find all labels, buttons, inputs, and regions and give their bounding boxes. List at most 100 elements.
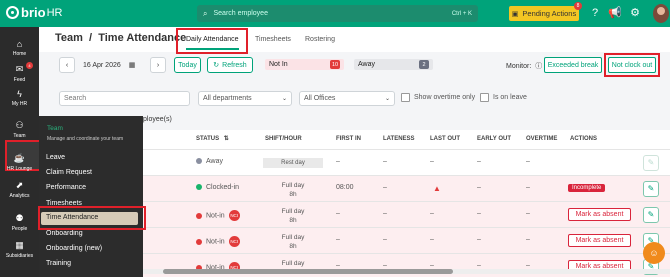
status-text: Clocked-in <box>206 184 240 191</box>
menu-item-leave[interactable]: Leave <box>46 154 65 161</box>
lateness-cell: – <box>383 210 387 217</box>
col-early-out: EARLY OUT <box>477 136 512 142</box>
overtime-cell: – <box>526 184 530 191</box>
incomplete-badge: Incomplete <box>568 184 606 192</box>
table-row[interactable]: Clocked-in Full day 8h 08:00 – ▲ – – Inco… <box>143 175 670 201</box>
edit-button[interactable]: ✎ <box>643 181 659 197</box>
lateness-cell: – <box>383 158 387 165</box>
megaphone-icon[interactable]: 📢 <box>608 6 622 20</box>
nav-team[interactable]: ⚇ Team <box>0 120 39 139</box>
employee-search[interactable]: ⌕ Search employee Ctrl + K <box>197 5 478 22</box>
prev-date-button[interactable]: ‹ <box>59 57 75 73</box>
search-shortcut: Ctrl + K <box>451 10 472 17</box>
shift-type: Full day <box>281 182 305 189</box>
shift-hours: 8h <box>289 191 297 198</box>
last-out-cell: – <box>430 262 434 269</box>
mark-absent-button[interactable]: Mark as absent <box>568 208 631 221</box>
nav-analytics[interactable]: ⬈ Analytics <box>0 180 39 199</box>
today-button[interactable]: Today <box>174 57 201 73</box>
col-overtime: OVERTIME <box>526 136 558 142</box>
help-icon[interactable]: ? <box>588 6 602 20</box>
pending-count-badge: 8 <box>574 2 582 10</box>
info-icon[interactable]: ⓘ <box>535 63 542 70</box>
gear-icon[interactable]: ⚙ <box>628 6 642 20</box>
team-icon: ⚇ <box>15 120 24 130</box>
menu-item-onboarding[interactable]: Onboarding <box>46 230 83 237</box>
not-in-label: Not In <box>269 61 288 68</box>
lateness-cell: – <box>383 184 387 191</box>
col-status[interactable]: STATUS ⇅ <box>196 130 229 149</box>
pending-icon: ▣ <box>511 10 519 18</box>
exceeded-break-button[interactable]: Exceeded break <box>544 57 602 73</box>
on-leave-checkbox[interactable]: Is on leave <box>480 93 527 102</box>
last-out-cell: – <box>430 236 434 243</box>
departments-select[interactable]: All departments ⌄ <box>198 91 292 106</box>
pending-actions-button[interactable]: ▣ Pending Actions 8 <box>509 2 582 21</box>
not-clock-out-button[interactable]: Not clock out <box>608 57 656 73</box>
shift-cell: Full day 8h <box>263 181 323 199</box>
nav-feed[interactable]: ✉ 4 Feed <box>0 62 39 83</box>
breadcrumb-team[interactable]: Team <box>55 32 83 44</box>
overtime-only-label: Show overtime only <box>414 94 476 101</box>
table-row[interactable]: Not-inNCI Full day 8h – – – – – Mark as a… <box>143 201 670 227</box>
status-cell: Not-in NCI <box>196 236 240 247</box>
first-in-cell: – <box>336 236 340 243</box>
shift-type: Full day <box>281 260 305 267</box>
early-out-cell: – <box>477 184 481 191</box>
nav-subsidiaries[interactable]: ▦ Subsidiaries <box>0 240 39 259</box>
nav-home[interactable]: ⌂ Home <box>0 39 39 57</box>
support-chat-button[interactable]: ☺ <box>643 242 665 264</box>
chevron-down-icon: ⌄ <box>384 96 390 102</box>
col-last-out: LAST OUT <box>430 136 460 142</box>
tab-timesheets[interactable]: Timesheets <box>255 36 291 43</box>
tab-daily-attendance[interactable]: Daily Attendance <box>186 36 239 50</box>
not-in-filter[interactable]: Not In 10 <box>265 59 344 70</box>
scrollbar-thumb[interactable] <box>163 269 453 274</box>
col-status-label: STATUS <box>196 136 220 142</box>
next-date-button[interactable]: › <box>150 57 166 73</box>
edit-button[interactable]: ✎ <box>643 207 659 223</box>
shift-cell: Full day 8h <box>263 233 323 251</box>
nav-team-label: Team <box>13 133 26 139</box>
status-dot <box>196 184 202 191</box>
user-avatar[interactable] <box>653 4 669 23</box>
logo-mark-icon <box>6 6 19 19</box>
my-hr-icon: ϟ <box>17 89 22 99</box>
table-row[interactable]: Away Rest day – – – – – ✎ <box>143 149 670 175</box>
offices-select[interactable]: All Offices ⌄ <box>299 91 395 106</box>
flyout-subtitle: Manage and coordinate your team <box>47 136 124 142</box>
home-icon: ⌂ <box>16 39 23 49</box>
table-row[interactable]: Not-inNCI Full day 8h – – – – – Mark as a… <box>143 227 670 253</box>
menu-item-claim-request[interactable]: Claim Request <box>46 169 92 176</box>
status-text: Away <box>206 158 223 165</box>
warning-icon[interactable]: ▲ <box>433 184 441 193</box>
refresh-button[interactable]: ↻ Refresh <box>207 57 253 73</box>
analytics-icon: ⬈ <box>15 180 24 190</box>
pencil-icon: ✎ <box>647 158 655 167</box>
date-picker[interactable]: 16 Apr 2026 ▦ <box>79 57 147 73</box>
nav-hr-lounge[interactable]: ☕ HR Lounge <box>0 153 39 172</box>
menu-item-onboarding-new[interactable]: Onboarding (new) <box>46 245 102 252</box>
away-filter[interactable]: Away 2 <box>354 59 433 70</box>
nav-my-hr[interactable]: ϟ My HR <box>0 89 39 107</box>
chevron-left-icon: ‹ <box>65 61 69 69</box>
status-text: Not-in <box>206 238 225 246</box>
page-title: Team / Time Attendance <box>55 32 186 44</box>
col-actions: ACTIONS <box>570 136 597 142</box>
status-dot <box>196 212 202 219</box>
tab-rostering[interactable]: Rostering <box>305 36 335 43</box>
brio-logo[interactable]: brio HR <box>6 5 62 20</box>
edit-button[interactable]: ✎ <box>643 155 659 171</box>
first-in-cell: – <box>336 262 340 269</box>
menu-item-performance[interactable]: Performance <box>46 184 86 191</box>
overtime-only-checkbox[interactable]: Show overtime only <box>401 93 475 102</box>
mark-absent-button[interactable]: Mark as absent <box>568 234 631 247</box>
nav-people[interactable]: ⚉ People <box>0 213 39 232</box>
horizontal-scrollbar[interactable] <box>143 269 670 274</box>
lateness-cell: – <box>383 236 387 243</box>
search-placeholder: Search employee <box>213 10 268 17</box>
status-text: Not-in <box>206 212 225 220</box>
menu-item-training[interactable]: Training <box>46 260 71 267</box>
search-input[interactable]: Search <box>59 91 190 106</box>
col-first-in: FIRST IN <box>336 136 361 142</box>
